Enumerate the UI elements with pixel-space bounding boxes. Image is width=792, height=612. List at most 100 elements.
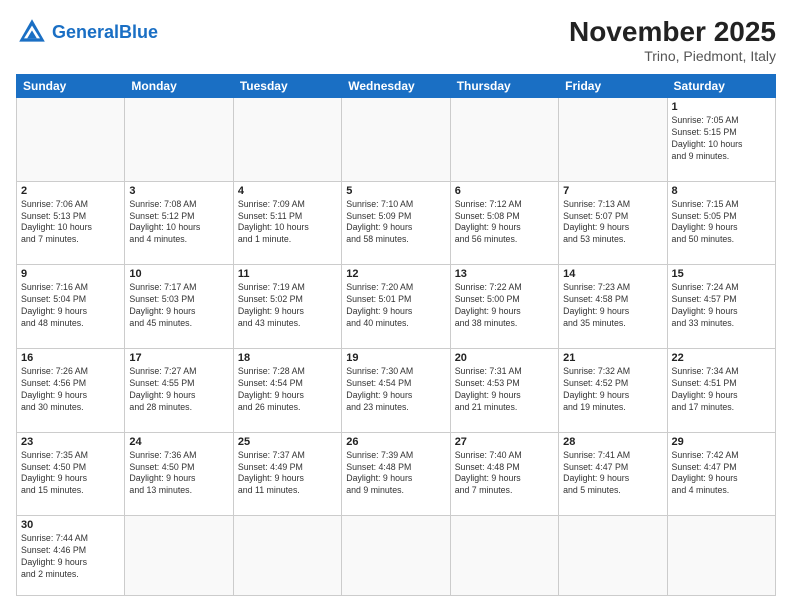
header: GeneralBlue November 2025 Trino, Piedmon… — [16, 16, 776, 64]
day-info: Sunrise: 7:26 AM Sunset: 4:56 PM Dayligh… — [21, 366, 120, 414]
day-info: Sunrise: 7:31 AM Sunset: 4:53 PM Dayligh… — [455, 366, 554, 414]
day-info: Sunrise: 7:15 AM Sunset: 5:05 PM Dayligh… — [672, 199, 771, 247]
calendar-cell: 22 Sunrise: 7:34 AM Sunset: 4:51 PM Dayli… — [667, 349, 775, 433]
day-number: 28 — [563, 436, 662, 448]
day-info: Sunrise: 7:24 AM Sunset: 4:57 PM Dayligh… — [672, 282, 771, 330]
calendar-cell: 10Sunrise: 7:17 AM Sunset: 5:03 PM Dayli… — [125, 265, 233, 349]
calendar-cell: 5Sunrise: 7:10 AM Sunset: 5:09 PM Daylig… — [342, 181, 450, 265]
col-header-sunday: Sunday — [17, 75, 125, 98]
day-info: Sunrise: 7:13 AM Sunset: 5:07 PM Dayligh… — [563, 199, 662, 247]
day-number: 5 — [346, 185, 445, 197]
calendar-cell — [667, 516, 775, 596]
calendar-cell: 1 Sunrise: 7:05 AM Sunset: 5:15 PM Daylig… — [667, 98, 775, 182]
calendar: SundayMondayTuesdayWednesdayThursdayFrid… — [16, 74, 776, 596]
day-number: 6 — [455, 185, 554, 197]
day-info: Sunrise: 7:36 AM Sunset: 4:50 PM Dayligh… — [129, 450, 228, 498]
calendar-cell: 19Sunrise: 7:30 AM Sunset: 4:54 PM Dayli… — [342, 349, 450, 433]
day-number: 18 — [238, 352, 337, 364]
calendar-cell: 16 Sunrise: 7:26 AM Sunset: 4:56 PM Dayli… — [17, 349, 125, 433]
calendar-cell: 23 Sunrise: 7:35 AM Sunset: 4:50 PM Dayli… — [17, 432, 125, 516]
day-number: 13 — [455, 268, 554, 280]
day-number: 17 — [129, 352, 228, 364]
day-number: 2 — [21, 185, 120, 197]
col-header-friday: Friday — [559, 75, 667, 98]
logo: GeneralBlue — [16, 16, 158, 48]
calendar-cell: 3Sunrise: 7:08 AM Sunset: 5:12 PM Daylig… — [125, 181, 233, 265]
day-info: Sunrise: 7:32 AM Sunset: 4:52 PM Dayligh… — [563, 366, 662, 414]
calendar-cell — [450, 516, 558, 596]
day-number: 14 — [563, 268, 662, 280]
calendar-cell — [233, 516, 341, 596]
calendar-week-6: 30 Sunrise: 7:44 AM Sunset: 4:46 PM Dayli… — [17, 516, 776, 596]
calendar-cell — [17, 98, 125, 182]
day-number: 11 — [238, 268, 337, 280]
day-info: Sunrise: 7:09 AM Sunset: 5:11 PM Dayligh… — [238, 199, 337, 247]
col-header-saturday: Saturday — [667, 75, 775, 98]
day-info: Sunrise: 7:41 AM Sunset: 4:47 PM Dayligh… — [563, 450, 662, 498]
calendar-cell: 26Sunrise: 7:39 AM Sunset: 4:48 PM Dayli… — [342, 432, 450, 516]
calendar-cell: 8Sunrise: 7:15 AM Sunset: 5:05 PM Daylig… — [667, 181, 775, 265]
day-info: Sunrise: 7:06 AM Sunset: 5:13 PM Dayligh… — [21, 199, 120, 247]
calendar-header-row: SundayMondayTuesdayWednesdayThursdayFrid… — [17, 75, 776, 98]
day-number: 26 — [346, 436, 445, 448]
day-number: 30 — [21, 519, 120, 531]
logo-general: General — [52, 22, 119, 42]
calendar-cell: 25 Sunrise: 7:37 AM Sunset: 4:49 PM Dayli… — [233, 432, 341, 516]
day-info: Sunrise: 7:44 AM Sunset: 4:46 PM Dayligh… — [21, 533, 120, 581]
day-number: 3 — [129, 185, 228, 197]
day-info: Sunrise: 7:34 AM Sunset: 4:51 PM Dayligh… — [672, 366, 771, 414]
subtitle: Trino, Piedmont, Italy — [569, 48, 776, 64]
col-header-thursday: Thursday — [450, 75, 558, 98]
logo-icon — [16, 16, 48, 48]
col-header-monday: Monday — [125, 75, 233, 98]
calendar-cell — [342, 516, 450, 596]
day-info: Sunrise: 7:20 AM Sunset: 5:01 PM Dayligh… — [346, 282, 445, 330]
day-number: 1 — [672, 101, 771, 113]
col-header-tuesday: Tuesday — [233, 75, 341, 98]
day-info: Sunrise: 7:30 AM Sunset: 4:54 PM Dayligh… — [346, 366, 445, 414]
calendar-cell: 2 Sunrise: 7:06 AM Sunset: 5:13 PM Daylig… — [17, 181, 125, 265]
day-number: 25 — [238, 436, 337, 448]
calendar-cell: 27 Sunrise: 7:40 AM Sunset: 4:48 PM Dayli… — [450, 432, 558, 516]
calendar-week-3: 9 Sunrise: 7:16 AM Sunset: 5:04 PM Daylig… — [17, 265, 776, 349]
calendar-cell: 15 Sunrise: 7:24 AM Sunset: 4:57 PM Dayli… — [667, 265, 775, 349]
col-header-wednesday: Wednesday — [342, 75, 450, 98]
calendar-cell: 20 Sunrise: 7:31 AM Sunset: 4:53 PM Dayli… — [450, 349, 558, 433]
calendar-cell: 24 Sunrise: 7:36 AM Sunset: 4:50 PM Dayli… — [125, 432, 233, 516]
logo-text: GeneralBlue — [52, 22, 158, 43]
day-info: Sunrise: 7:35 AM Sunset: 4:50 PM Dayligh… — [21, 450, 120, 498]
calendar-cell: 4 Sunrise: 7:09 AM Sunset: 5:11 PM Daylig… — [233, 181, 341, 265]
day-number: 27 — [455, 436, 554, 448]
day-info: Sunrise: 7:27 AM Sunset: 4:55 PM Dayligh… — [129, 366, 228, 414]
day-info: Sunrise: 7:22 AM Sunset: 5:00 PM Dayligh… — [455, 282, 554, 330]
day-number: 12 — [346, 268, 445, 280]
day-info: Sunrise: 7:17 AM Sunset: 5:03 PM Dayligh… — [129, 282, 228, 330]
day-number: 9 — [21, 268, 120, 280]
calendar-week-4: 16 Sunrise: 7:26 AM Sunset: 4:56 PM Dayli… — [17, 349, 776, 433]
day-number: 22 — [672, 352, 771, 364]
day-info: Sunrise: 7:37 AM Sunset: 4:49 PM Dayligh… — [238, 450, 337, 498]
calendar-cell: 28 Sunrise: 7:41 AM Sunset: 4:47 PM Dayli… — [559, 432, 667, 516]
day-number: 20 — [455, 352, 554, 364]
day-number: 16 — [21, 352, 120, 364]
day-info: Sunrise: 7:05 AM Sunset: 5:15 PM Dayligh… — [672, 115, 771, 163]
calendar-cell: 7Sunrise: 7:13 AM Sunset: 5:07 PM Daylig… — [559, 181, 667, 265]
day-number: 23 — [21, 436, 120, 448]
logo-blue: Blue — [119, 22, 158, 42]
calendar-cell: 18Sunrise: 7:28 AM Sunset: 4:54 PM Dayli… — [233, 349, 341, 433]
day-number: 15 — [672, 268, 771, 280]
day-number: 4 — [238, 185, 337, 197]
calendar-week-1: 1 Sunrise: 7:05 AM Sunset: 5:15 PM Daylig… — [17, 98, 776, 182]
day-info: Sunrise: 7:16 AM Sunset: 5:04 PM Dayligh… — [21, 282, 120, 330]
calendar-cell: 6Sunrise: 7:12 AM Sunset: 5:08 PM Daylig… — [450, 181, 558, 265]
day-number: 24 — [129, 436, 228, 448]
calendar-week-5: 23 Sunrise: 7:35 AM Sunset: 4:50 PM Dayli… — [17, 432, 776, 516]
day-info: Sunrise: 7:40 AM Sunset: 4:48 PM Dayligh… — [455, 450, 554, 498]
calendar-cell: 14Sunrise: 7:23 AM Sunset: 4:58 PM Dayli… — [559, 265, 667, 349]
month-title: November 2025 — [569, 16, 776, 48]
calendar-cell: 17 Sunrise: 7:27 AM Sunset: 4:55 PM Dayli… — [125, 349, 233, 433]
calendar-cell: 12 Sunrise: 7:20 AM Sunset: 5:01 PM Dayli… — [342, 265, 450, 349]
day-info: Sunrise: 7:19 AM Sunset: 5:02 PM Dayligh… — [238, 282, 337, 330]
calendar-cell — [125, 516, 233, 596]
calendar-cell: 11 Sunrise: 7:19 AM Sunset: 5:02 PM Dayli… — [233, 265, 341, 349]
